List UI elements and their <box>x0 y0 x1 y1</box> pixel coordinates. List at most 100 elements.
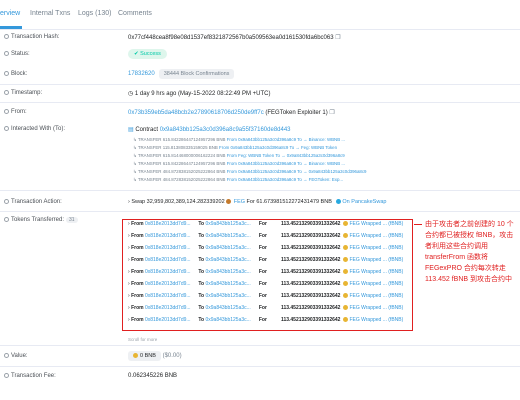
token-link[interactable]: FEG Wrapped ... <box>349 233 386 239</box>
copy-icon[interactable]: ❐ <box>335 35 340 41</box>
feg-token-link[interactable]: FEG <box>234 199 245 205</box>
token-symbol[interactable]: (fBNB) <box>388 281 403 287</box>
transfer-from-link[interactable]: From 0x9a843bb125a3c0d396a8c9 <box>227 177 296 182</box>
transfer-to-link[interactable]: To → Feg: WBNB Token <box>290 145 338 150</box>
token-symbol[interactable]: (fBNB) <box>388 293 403 299</box>
tab-comments[interactable]: Comments <box>118 10 152 17</box>
transfer-from-link[interactable]: From Feg: WBNB Token <box>227 153 275 158</box>
token-symbol[interactable]: (fBNB) <box>388 233 403 239</box>
token-symbol[interactable]: (fBNB) <box>388 245 403 251</box>
token-link[interactable]: FEG Wrapped ... <box>349 245 386 251</box>
contract-address-link[interactable]: 0x9a843bb125a3c0d396a8c9a55f37160de8d443 <box>160 127 291 133</box>
token-link[interactable]: FEG Wrapped ... <box>349 317 386 323</box>
transfer-to-link[interactable]: To → Binance: WBNB ... <box>297 137 345 142</box>
contract-icon: ▤ <box>128 127 134 133</box>
value-label: Value: <box>4 353 28 359</box>
token-symbol[interactable]: (fBNB) <box>388 257 403 263</box>
token-link[interactable]: FEG Wrapped ... <box>349 221 386 227</box>
token-link[interactable]: FEG Wrapped ... <box>349 293 386 299</box>
from-address-link[interactable]: 0x818e2013dd7d9... <box>145 257 197 263</box>
from-address-link[interactable]: 0x818e2013dd7d9... <box>145 281 197 287</box>
token-amount: 113.452132903391332642 <box>280 317 341 323</box>
to-address-link[interactable]: 0x9a843bb125a3c... <box>205 293 257 299</box>
interacted-label: Interacted With (To): <box>4 126 65 132</box>
to-address-link[interactable]: 0x9a843bb125a3c... <box>205 233 257 239</box>
tab-internal-txns[interactable]: Internal Txns <box>30 10 70 17</box>
clock-icon: ◷ <box>128 91 134 97</box>
from-name-tag: (FEGToken Exploiter 1) <box>265 110 328 116</box>
help-icon <box>4 34 9 39</box>
internal-transfer-row: ↳ TRANSFER 115.813808335159025 BNB From … <box>133 145 338 150</box>
from-address-link[interactable]: 0x73b359eb5da48bcb2e27890618706d250de9ff… <box>128 110 264 116</box>
from-address-link[interactable]: 0x818e2013dd7d9... <box>145 269 197 275</box>
token-symbol[interactable]: (fBNB) <box>388 305 403 311</box>
transfer-from-link[interactable]: From 0x9a843bb125a3c0d396a8c9 <box>227 137 296 142</box>
tab-bar: erview Internal Txns Logs (130) Comments <box>0 0 520 30</box>
confirmations-badge: 38444 Block Confirmations <box>158 69 235 79</box>
token-amount: 113.452132903391332642 <box>280 281 341 287</box>
transfer-to-link[interactable]: To → 0x9a843bb125a3c0d396a8c9 <box>275 153 344 158</box>
from-address-link[interactable]: 0x818e2013dd7d9... <box>145 245 197 251</box>
status-field: ✔ Success <box>128 49 167 59</box>
divider <box>0 190 520 191</box>
transfer-from-link[interactable]: From 0x9a843bb125a3c0d396a8c9 <box>227 161 296 166</box>
transfer-from-link[interactable]: From 0x9a843bb125a3c0d396a8c9 <box>219 145 288 150</box>
to-address-link[interactable]: 0x9a843bb125a3c... <box>205 281 257 287</box>
token-amount: 113.452132903391332642 <box>280 269 341 275</box>
tab-overview[interactable]: erview <box>0 10 20 17</box>
status-label: Status: <box>4 51 30 57</box>
feg-token-icon <box>226 199 232 205</box>
block-number-link[interactable]: 17832620 <box>128 71 155 77</box>
annotation-connector <box>414 224 422 225</box>
from-address-link[interactable]: 0x818e2013dd7d9... <box>145 317 197 323</box>
fbnb-token-icon <box>343 269 349 275</box>
token-transfer-row: › From 0x818e2013dd7d9... To 0x9a843bb12… <box>128 257 404 263</box>
dex-link[interactable]: On PancakeSwap <box>342 199 386 205</box>
to-address-link[interactable]: 0x9a843bb125a3c... <box>205 269 257 275</box>
transaction-fee: 0.062345226 BNB <box>128 373 178 379</box>
transfer-to-link[interactable]: To → 0x9a843bb125a3c0d396a8c9 <box>297 169 366 174</box>
token-transfer-row: › From 0x818e2013dd7d9... To 0x9a843bb12… <box>128 281 404 287</box>
internal-transfer-row: ↳ TRANSFER 484.872838152025222864 BNB Fr… <box>133 169 367 174</box>
fbnb-token-icon <box>343 245 349 251</box>
from-address-link[interactable]: 0x818e2013dd7d9... <box>145 305 197 311</box>
divider <box>0 84 520 85</box>
to-address-link[interactable]: 0x9a843bb125a3c... <box>205 245 257 251</box>
status-badge: ✔ Success <box>128 49 167 59</box>
to-address-link[interactable]: 0x9a843bb125a3c... <box>205 257 257 263</box>
transfer-from-link[interactable]: From 0x9a843bb125a3c0d396a8c9 <box>227 169 296 174</box>
to-address-link[interactable]: 0x9a843bb125a3c... <box>205 317 257 323</box>
help-icon <box>4 90 9 95</box>
tokens-count-badge: 31 <box>66 217 78 224</box>
from-address-link[interactable]: 0x818e2013dd7d9... <box>145 221 197 227</box>
token-transfer-row: › From 0x818e2013dd7d9... To 0x9a843bb12… <box>128 221 404 227</box>
token-symbol[interactable]: (fBNB) <box>388 221 403 227</box>
internal-transfer-row: ↳ TRANSFER 615.842286447124957296 BNB Fr… <box>133 137 345 142</box>
token-link[interactable]: FEG Wrapped ... <box>349 269 386 275</box>
token-link[interactable]: FEG Wrapped ... <box>349 305 386 311</box>
fbnb-token-icon <box>343 305 349 311</box>
token-transfer-row: › From 0x818e2013dd7d9... To 0x9a843bb12… <box>128 317 404 323</box>
token-symbol[interactable]: (fBNB) <box>388 269 403 275</box>
fbnb-token-icon <box>343 281 349 287</box>
token-transfer-row: › From 0x818e2013dd7d9... To 0x9a843bb12… <box>128 293 404 299</box>
annotation-text: 由于攻击者之前创建的 10 个合约都已被授权 fBNB，攻击者利用这些合约调用 … <box>425 221 514 283</box>
from-label: From: <box>4 109 27 115</box>
token-amount: 113.452132903391332642 <box>280 233 341 239</box>
token-symbol[interactable]: (fBNB) <box>388 317 403 323</box>
to-address-link[interactable]: 0x9a843bb125a3c... <box>205 221 257 227</box>
from-address-link[interactable]: 0x818e2013dd7d9... <box>145 293 197 299</box>
token-transfer-row: › From 0x818e2013dd7d9... To 0x9a843bb12… <box>128 233 404 239</box>
token-link[interactable]: FEG Wrapped ... <box>349 257 386 263</box>
from-address-link[interactable]: 0x818e2013dd7d9... <box>145 233 197 239</box>
tab-logs[interactable]: Logs (130) <box>78 10 111 17</box>
active-tab-indicator <box>0 26 22 29</box>
to-address-link[interactable]: 0x9a843bb125a3c... <box>205 305 257 311</box>
block-field: 17832620 38444 Block Confirmations <box>128 69 235 79</box>
transaction-hash[interactable]: 0x77cf448cea8f98e08d1537ef8321872567b0a5… <box>128 34 341 41</box>
transfer-to-link[interactable]: To → Binance: WBNB ... <box>297 161 345 166</box>
transfer-to-link[interactable]: To → FEGToken: Exp... <box>297 177 343 182</box>
value-usd: ($0.00) <box>162 353 182 359</box>
copy-icon[interactable]: ❐ <box>329 110 334 116</box>
token-link[interactable]: FEG Wrapped ... <box>349 281 386 287</box>
